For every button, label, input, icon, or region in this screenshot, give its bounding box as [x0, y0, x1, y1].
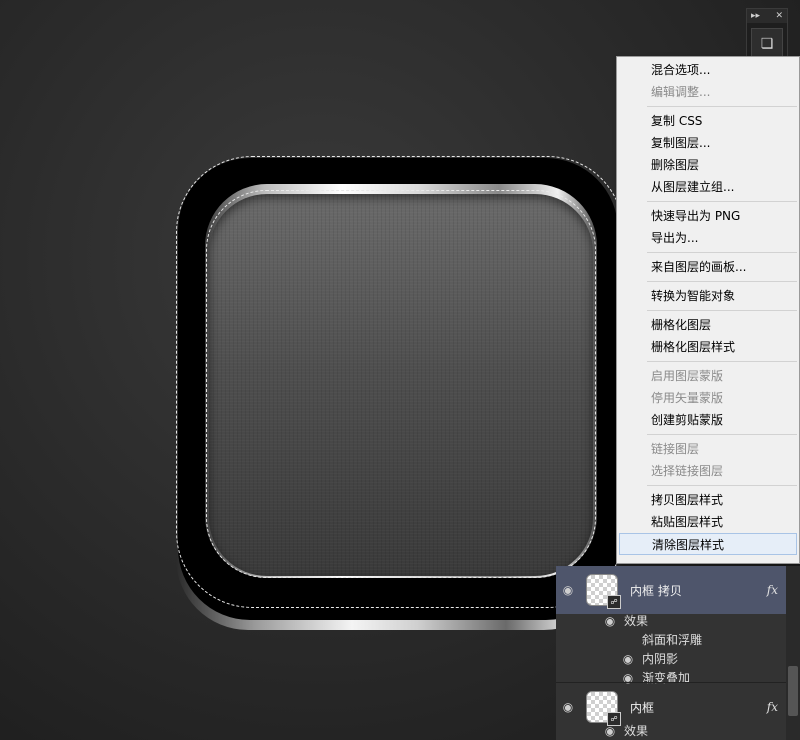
collapsed-panel-titlebar: ▸▸ ✕ [747, 9, 787, 23]
chain-icon: ☍ [607, 595, 621, 609]
layer-row-inner-frame[interactable]: ◉ ☍ 内框 fx [556, 682, 786, 731]
menu-separator [647, 310, 797, 311]
menu-separator [647, 201, 797, 202]
visibility-eye-icon[interactable]: ◉ [556, 700, 580, 714]
effect-row-bevel[interactable]: 斜面和浮雕 [642, 631, 702, 650]
menu-item-clear-layer-style[interactable]: 清除图层样式 [619, 533, 797, 555]
menu-item-delete-layer[interactable]: 删除图层 [617, 154, 799, 176]
menu-item-copy-layer-style[interactable]: 拷贝图层样式 [617, 489, 799, 511]
menu-separator [647, 361, 797, 362]
fx-icon[interactable]: fx [767, 583, 778, 597]
menu-item-artboard-from-layers[interactable]: 来自图层的画板... [617, 256, 799, 278]
layer-name: 内框 [630, 700, 655, 715]
menu-item-rasterize-layer[interactable]: 栅格化图层 [617, 314, 799, 336]
menu-item-rasterize-layer-style[interactable]: 栅格化图层样式 [617, 336, 799, 358]
menu-item-blending-options[interactable]: 混合选项... [617, 59, 799, 81]
menu-separator [647, 485, 797, 486]
visibility-eye-icon[interactable]: ◉ [602, 722, 618, 740]
effect-row-inner-shadow[interactable]: ◉ 内阴影 [620, 650, 678, 669]
visibility-eye-icon[interactable]: ◉ [556, 583, 580, 597]
menu-separator [647, 106, 797, 107]
effect-label-inner-shadow: 内阴影 [642, 652, 679, 666]
menu-item-edit-adjustment: 编辑调整... [651, 85, 711, 99]
close-icon[interactable]: ✕ [775, 11, 783, 21]
double-chevron-icon[interactable]: ▸▸ [751, 11, 760, 21]
layer-row-inner-frame-copy[interactable]: ◉ ☍ 内框 拷贝 fx [556, 566, 786, 614]
layers-panel: ◉ ☍ 内框 拷贝 fx ◉ 效果 斜面和浮雕 ◉ 内阴影 ◉ 渐变叠加 ◉ ☍… [556, 566, 800, 740]
layer-name: 内框 拷贝 [630, 583, 682, 598]
effects-label: 效果 [624, 614, 649, 628]
menu-item-export-as[interactable]: 导出为... [617, 227, 799, 249]
fx-icon[interactable]: fx [767, 700, 778, 714]
menu-item-link-layers: 链接图层 [651, 442, 700, 456]
effects-row[interactable]: ◉ 效果 [602, 612, 648, 631]
menu-item-create-clipping-mask[interactable]: 创建剪贴蒙版 [617, 409, 799, 431]
menu-item-quick-export-png[interactable]: 快速导出为 PNG [617, 205, 799, 227]
menu-item-enable-layer-mask: 启用图层蒙版 [651, 369, 724, 383]
layer-thumbnail: ☍ [586, 574, 621, 609]
layer-thumbnail: ☍ [586, 691, 621, 726]
menu-separator [647, 281, 797, 282]
menu-item-convert-smart-object[interactable]: 转换为智能对象 [617, 285, 799, 307]
menu-separator [647, 252, 797, 253]
menu-item-copy-css[interactable]: 复制 CSS [617, 110, 799, 132]
menu-separator [647, 434, 797, 435]
menu-item-duplicate-layer[interactable]: 复制图层... [617, 132, 799, 154]
menu-item-disable-vector-mask: 停用矢量蒙版 [651, 391, 724, 405]
menu-item-select-linked-layers: 选择链接图层 [651, 464, 724, 478]
menu-item-group-from-layers[interactable]: 从图层建立组... [617, 176, 799, 198]
effects-label: 效果 [624, 724, 649, 738]
selection-marquee-inner [206, 190, 596, 578]
context-menu: 混合选项... 编辑调整... 复制 CSS 复制图层... 删除图层 从图层建… [616, 56, 800, 564]
effects-row[interactable]: ◉ 效果 [602, 722, 648, 740]
layers-scrollbar[interactable] [786, 566, 800, 740]
effect-label-bevel: 斜面和浮雕 [642, 633, 703, 647]
visibility-eye-icon[interactable]: ◉ [620, 650, 636, 669]
visibility-eye-icon[interactable]: ◉ [602, 612, 618, 631]
layers-scrollbar-thumb[interactable] [788, 666, 798, 716]
menu-item-paste-layer-style[interactable]: 粘贴图层样式 [617, 511, 799, 533]
